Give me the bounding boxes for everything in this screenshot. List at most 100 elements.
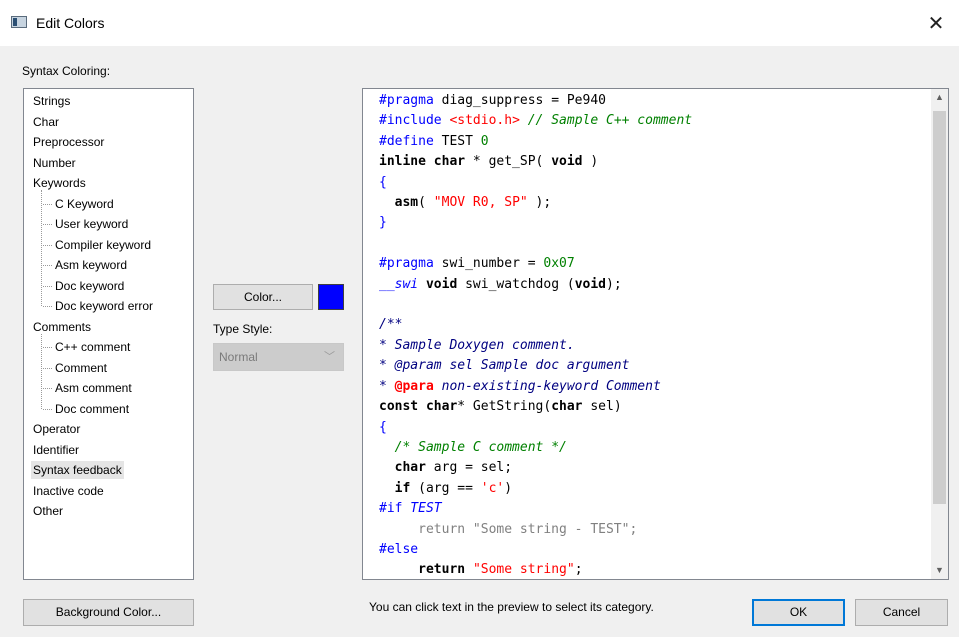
code-token[interactable]: void bbox=[426, 277, 457, 292]
code-line[interactable]: inline char * get_SP( void ) bbox=[379, 152, 692, 172]
code-token[interactable]: #if bbox=[379, 501, 402, 516]
code-token[interactable]: sel) bbox=[583, 399, 621, 414]
code-preview-text[interactable]: #pragma diag_suppress = Pe940 #include <s… bbox=[379, 91, 692, 579]
syntax-category-tree[interactable]: Strings Char Preprocessor Number Keywords C K… bbox=[23, 88, 194, 580]
code-token[interactable]: #pragma bbox=[379, 93, 434, 108]
scroll-up-arrow-icon[interactable]: ▲ bbox=[931, 89, 948, 106]
tree-item[interactable]: Char bbox=[31, 113, 61, 131]
color-swatch[interactable] bbox=[318, 284, 344, 310]
code-token[interactable]: void bbox=[575, 277, 606, 292]
code-line[interactable]: { bbox=[379, 418, 692, 438]
code-line[interactable]: #pragma swi_number = 0x07 bbox=[379, 254, 692, 274]
code-token[interactable]: /* Sample C comment */ bbox=[395, 440, 567, 455]
code-line[interactable] bbox=[379, 295, 692, 315]
scroll-down-arrow-icon[interactable]: ▼ bbox=[931, 562, 948, 579]
code-token[interactable]: { bbox=[379, 175, 387, 190]
code-token[interactable]: swi_number = bbox=[434, 256, 544, 271]
code-token[interactable]: ) bbox=[504, 481, 512, 496]
code-line[interactable]: #else bbox=[379, 540, 692, 560]
tree-item[interactable]: Doc keyword error bbox=[43, 297, 155, 315]
code-token[interactable]: TEST bbox=[402, 501, 441, 516]
code-token[interactable]: arg = sel; bbox=[426, 460, 512, 475]
code-token[interactable]: * GetString( bbox=[457, 399, 551, 414]
code-token[interactable] bbox=[379, 440, 395, 455]
code-token[interactable]: ); bbox=[606, 277, 622, 292]
code-line[interactable]: * Sample Doxygen comment. bbox=[379, 336, 692, 356]
code-token[interactable]: @param bbox=[395, 358, 442, 373]
code-line[interactable] bbox=[379, 234, 692, 254]
code-line[interactable]: if (arg == 'c') bbox=[379, 479, 692, 499]
code-token[interactable]: * bbox=[379, 358, 395, 373]
code-line[interactable]: char arg = sel; bbox=[379, 458, 692, 478]
tree-item[interactable]: Syntax feedback bbox=[31, 461, 124, 479]
code-token[interactable]: ; bbox=[575, 562, 583, 577]
code-token[interactable]: * get_SP( bbox=[465, 154, 551, 169]
code-token[interactable]: return bbox=[418, 562, 465, 577]
code-line[interactable]: #include <stdio.h> // Sample C++ comment bbox=[379, 111, 692, 131]
code-token[interactable]: * bbox=[379, 379, 395, 394]
code-token[interactable]: sel Sample doc argument bbox=[442, 358, 629, 373]
code-token[interactable] bbox=[379, 562, 418, 577]
code-token[interactable]: diag_suppress = Pe940 bbox=[434, 93, 606, 108]
tree-item[interactable]: Doc keyword bbox=[43, 277, 126, 295]
code-token[interactable]: #else bbox=[379, 542, 418, 557]
code-token[interactable]: 0 bbox=[481, 134, 489, 149]
tree-item[interactable]: Asm keyword bbox=[43, 256, 129, 274]
code-token[interactable] bbox=[379, 195, 395, 210]
code-token[interactable]: // Sample C++ comment bbox=[528, 113, 692, 128]
cancel-button[interactable]: Cancel bbox=[855, 599, 948, 626]
code-line[interactable]: { bbox=[379, 173, 692, 193]
code-token[interactable]: <stdio.h> bbox=[449, 113, 519, 128]
code-token[interactable]: TEST bbox=[434, 134, 481, 149]
code-token[interactable]: __swi bbox=[379, 277, 418, 292]
ok-button[interactable]: OK bbox=[752, 599, 845, 626]
code-line[interactable]: /** bbox=[379, 315, 692, 335]
code-line[interactable]: __swi void swi_watchdog (void); bbox=[379, 275, 692, 295]
scroll-thumb[interactable] bbox=[933, 111, 946, 504]
close-button[interactable]: ✕ bbox=[913, 0, 959, 46]
code-token[interactable] bbox=[520, 113, 528, 128]
code-token[interactable]: #define bbox=[379, 134, 434, 149]
code-token[interactable]: 'c' bbox=[481, 481, 504, 496]
code-line[interactable]: #if TEST bbox=[379, 499, 692, 519]
code-token[interactable]: * Sample Doxygen comment. bbox=[379, 338, 575, 353]
tree-item[interactable]: Inactive code bbox=[31, 482, 106, 500]
code-token[interactable]: #pragma bbox=[379, 256, 434, 271]
code-token[interactable] bbox=[418, 277, 426, 292]
code-token[interactable]: @para bbox=[395, 379, 434, 394]
tree-item[interactable]: Doc comment bbox=[43, 400, 131, 418]
code-token[interactable]: ) bbox=[583, 154, 598, 169]
code-token[interactable]: inline char bbox=[379, 154, 465, 169]
code-token[interactable]: "Some string" bbox=[473, 562, 575, 577]
code-token[interactable]: char bbox=[395, 460, 426, 475]
code-token[interactable]: #include bbox=[379, 113, 449, 128]
code-token[interactable]: const char bbox=[379, 399, 457, 414]
code-token[interactable]: (arg == bbox=[410, 481, 480, 496]
code-token[interactable]: ); bbox=[528, 195, 552, 210]
tree-item[interactable]: Number bbox=[31, 154, 78, 172]
code-line[interactable]: #define TEST 0 bbox=[379, 132, 692, 152]
color-button[interactable]: Color... bbox=[213, 284, 313, 310]
code-token[interactable]: asm bbox=[395, 195, 418, 210]
code-token[interactable] bbox=[379, 460, 395, 475]
code-line[interactable]: } bbox=[379, 213, 692, 233]
code-token[interactable]: char bbox=[551, 399, 582, 414]
code-preview[interactable]: #pragma diag_suppress = Pe940 #include <s… bbox=[362, 88, 949, 580]
background-color-button[interactable]: Background Color... bbox=[23, 599, 194, 626]
code-token[interactable]: } bbox=[379, 215, 387, 230]
code-line[interactable]: return "Some string - TEST"; bbox=[379, 520, 692, 540]
code-token[interactable] bbox=[379, 481, 395, 496]
vertical-scrollbar[interactable]: ▲ ▼ bbox=[931, 89, 948, 579]
code-token[interactable]: void bbox=[551, 154, 582, 169]
tree-item[interactable]: Preprocessor bbox=[31, 133, 106, 151]
tree-item[interactable]: Compiler keyword bbox=[43, 236, 153, 254]
tree-item[interactable]: User keyword bbox=[43, 215, 130, 233]
tree-item[interactable]: Comment bbox=[43, 359, 109, 377]
code-line[interactable]: * @param sel Sample doc argument bbox=[379, 356, 692, 376]
code-line[interactable]: return "Some string"; bbox=[379, 560, 692, 579]
code-line[interactable]: #pragma diag_suppress = Pe940 bbox=[379, 91, 692, 111]
code-token[interactable]: { bbox=[379, 420, 387, 435]
tree-item[interactable]: Identifier bbox=[31, 441, 81, 459]
tree-item[interactable]: Operator bbox=[31, 420, 82, 438]
code-token[interactable]: 0x07 bbox=[543, 256, 574, 271]
